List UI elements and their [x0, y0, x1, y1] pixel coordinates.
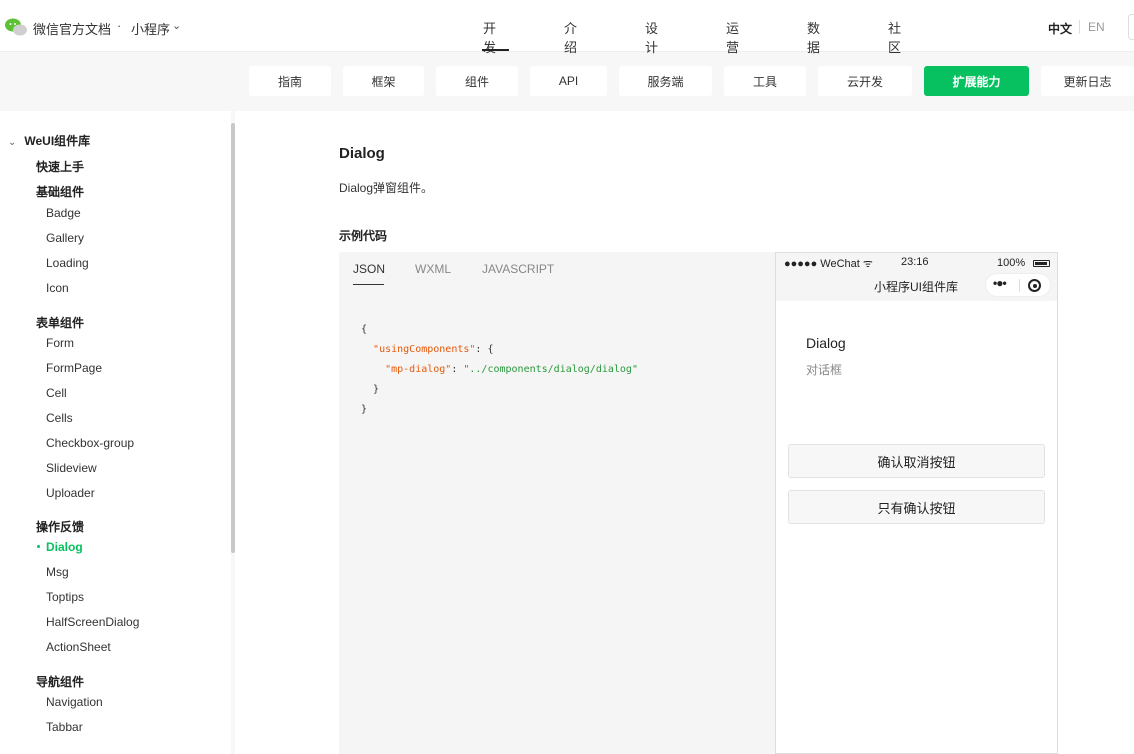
subnav-changelog[interactable]: 更新日志 — [1041, 66, 1134, 96]
sidebar-item-form[interactable]: Form — [46, 336, 74, 350]
sidebar-group-form[interactable]: 表单组件 — [36, 314, 84, 331]
code-line: { — [361, 324, 368, 335]
nav-item-design[interactable]: 设计 — [645, 18, 658, 56]
subnav-components[interactable]: 组件 — [436, 66, 518, 96]
top-header: 微信官方文档 · 小程序 ⌄ 开发 介绍 设计 运营 数据 社区 中文 EN — [0, 0, 1134, 55]
code-panel: JSON WXML JAVASCRIPT { "usingComponents"… — [339, 252, 775, 754]
subnav-guide[interactable]: 指南 — [249, 66, 331, 96]
sidebar-item-loading[interactable]: Loading — [46, 256, 89, 270]
sidebar-item-navigation[interactable]: Navigation — [46, 695, 103, 709]
sidebar-item-actionsheet[interactable]: ActionSheet — [46, 640, 111, 654]
tab-active-indicator — [353, 284, 384, 285]
nav-item-community[interactable]: 社区 — [888, 18, 901, 56]
sidebar-item-cells[interactable]: Cells — [46, 411, 73, 425]
capsule-menu[interactable]: •●• — [985, 273, 1051, 297]
brand-separator: · — [117, 18, 122, 33]
confirm-only-button[interactable]: 只有确认按钮 — [788, 490, 1045, 524]
subnav-extensions[interactable]: 扩展能力 — [924, 66, 1029, 96]
sidebar-item-tabbar[interactable]: Tabbar — [46, 720, 83, 734]
lang-divider — [1079, 20, 1080, 34]
code-key: "usingComponents" — [373, 344, 476, 355]
sidebar-item-msg[interactable]: Msg — [46, 565, 69, 579]
brand-title[interactable]: 微信官方文档 — [33, 19, 111, 38]
nav-item-data[interactable]: 数据 — [807, 18, 820, 56]
sidebar-item-gallery[interactable]: Gallery — [46, 231, 84, 245]
sidebar-item-checkbox-group[interactable]: Checkbox-group — [46, 436, 134, 450]
code-string: "../components/dialog/dialog" — [463, 364, 638, 375]
search-input-edge[interactable] — [1128, 14, 1134, 40]
main-content: Dialog Dialog弹窗组件。 示例代码 JSON WXML JAVASC… — [235, 111, 1134, 754]
code-key: "mp-dialog" — [385, 364, 452, 375]
battery-label: 100% — [997, 257, 1026, 269]
code-block: { "usingComponents": { "mp-dialog": "../… — [361, 320, 638, 420]
sidebar-item-badge[interactable]: Badge — [46, 206, 81, 220]
sidebar-item-quickstart[interactable]: 快速上手 — [36, 158, 84, 175]
nav-item-ops[interactable]: 运营 — [726, 18, 739, 56]
carrier-label: ●●●●● WeChat ᯤ — [784, 258, 873, 270]
sidebar-group-basic[interactable]: 基础组件 — [36, 183, 84, 200]
page-title: Dialog — [339, 145, 385, 162]
tab-json[interactable]: JSON — [353, 262, 385, 276]
example-heading: 示例代码 — [339, 229, 388, 243]
lang-en[interactable]: EN — [1088, 20, 1105, 34]
sidebar-item-dialog[interactable]: Dialog — [46, 540, 83, 554]
close-target-icon[interactable] — [1028, 279, 1041, 292]
sidebar-group-feedback[interactable]: 操作反馈 — [36, 518, 84, 535]
nav-active-indicator — [482, 49, 509, 51]
tab-wxml[interactable]: WXML — [415, 262, 451, 276]
subnav-server[interactable]: 服务端 — [619, 66, 712, 96]
sidebar-item-uploader[interactable]: Uploader — [46, 486, 95, 500]
capsule-divider — [1019, 279, 1020, 292]
code-punct: : — [451, 364, 464, 375]
miniprogram-title: 小程序UI组件库 — [874, 280, 959, 294]
phone-status-bar: ●●●●● WeChat ᯤ 23:16 100% 小程序UI组件库 •●• — [776, 253, 1057, 301]
nav-item-intro[interactable]: 介绍 — [564, 18, 577, 56]
subnav-framework[interactable]: 框架 — [343, 66, 424, 96]
sidebar-item-slideview[interactable]: Slideview — [46, 461, 97, 475]
time-label: 23:16 — [901, 256, 929, 268]
confirm-cancel-button[interactable]: 确认取消按钮 — [788, 444, 1045, 478]
subnav-cloud[interactable]: 云开发 — [818, 66, 912, 96]
subnav-api[interactable]: API — [530, 66, 607, 96]
sidebar: ⌄ WeUI组件库 快速上手 基础组件 Badge Gallery Loading… — [0, 111, 231, 754]
code-punct: : { — [475, 344, 494, 355]
wechat-logo-icon[interactable] — [4, 17, 28, 37]
sidebar-item-icon[interactable]: Icon — [46, 281, 69, 295]
page-description: Dialog弹窗组件。 — [339, 181, 434, 195]
sidebar-item-cell[interactable]: Cell — [46, 386, 67, 400]
more-icon[interactable]: •●• — [993, 276, 1007, 290]
lang-zh[interactable]: 中文 — [1048, 20, 1072, 37]
active-dot-icon — [37, 545, 40, 548]
chevron-down-icon[interactable]: ⌄ — [172, 19, 181, 32]
sidebar-root-weui[interactable]: ⌄ WeUI组件库 — [8, 132, 90, 149]
code-line: } — [361, 404, 368, 415]
sidebar-item-halfscreendialog[interactable]: HalfScreenDialog — [46, 615, 139, 629]
preview-subtitle: 对话框 — [806, 363, 843, 377]
subnav-tools[interactable]: 工具 — [724, 66, 806, 96]
sidebar-item-toptips[interactable]: Toptips — [46, 590, 84, 604]
sidebar-item-formpage[interactable]: FormPage — [46, 361, 102, 375]
tab-javascript[interactable]: JAVASCRIPT — [482, 262, 554, 276]
product-selector[interactable]: 小程序 — [131, 19, 170, 38]
code-line: } — [373, 384, 380, 395]
sidebar-group-nav[interactable]: 导航组件 — [36, 673, 84, 690]
preview-title: Dialog — [806, 335, 846, 351]
phone-preview: ●●●●● WeChat ᯤ 23:16 100% 小程序UI组件库 •●• D… — [775, 252, 1058, 754]
chevron-down-icon: ⌄ — [8, 137, 17, 148]
battery-icon — [1033, 260, 1050, 267]
